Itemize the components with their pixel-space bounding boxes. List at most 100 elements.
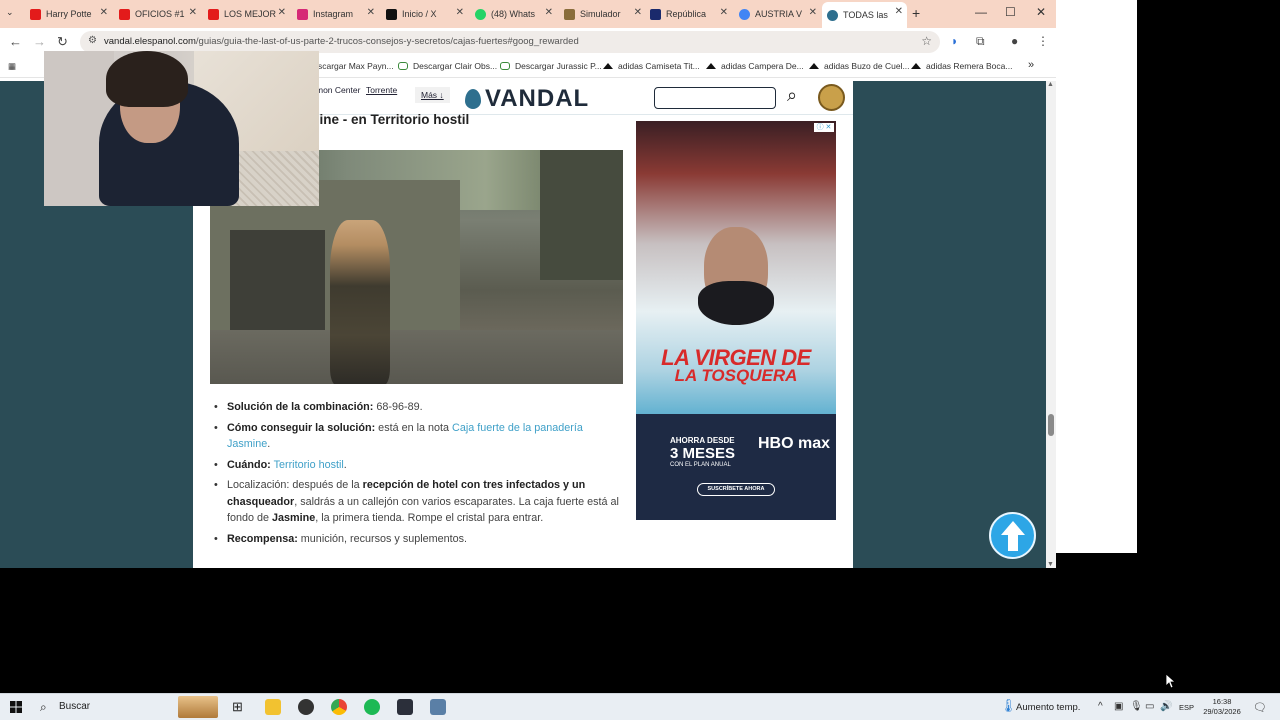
nav-link-common-center[interactable]: mon Center xyxy=(316,85,360,95)
adidas-icon xyxy=(911,63,921,69)
youtube-icon xyxy=(208,8,219,20)
hbo-max-ad[interactable]: LA VIRGEN DE LA TOSQUERA ⓘ ✕ AHORRA DESD… xyxy=(636,121,836,520)
notifications-icon[interactable]: 🗨 xyxy=(1253,701,1267,714)
chrome-icon[interactable] xyxy=(331,699,347,715)
close-icon[interactable]: ✕ xyxy=(634,7,642,18)
page-scrollbar[interactable]: ▲ ▼ xyxy=(1046,81,1056,568)
list-item: Recompensa: munición, recursos y supleme… xyxy=(212,531,627,548)
extension-radio-icon[interactable]: ◗ xyxy=(951,34,958,48)
character-abby xyxy=(330,220,390,384)
forward-icon[interactable]: → xyxy=(33,34,46,49)
tab-2[interactable]: OFICIOS #1 ✕ xyxy=(119,3,201,25)
tab-active[interactable]: TODAS las ✕ xyxy=(822,2,907,28)
site-info-icon[interactable]: ⚙ xyxy=(88,35,97,46)
nav-link-torrente[interactable]: Torrente xyxy=(366,85,397,95)
site-logo[interactable]: VANDAL xyxy=(465,85,589,113)
close-icon[interactable]: ✕ xyxy=(545,7,553,18)
thermometer-icon[interactable]: 🌡 xyxy=(1000,698,1017,714)
address-bar[interactable]: ⚙ vandal.elespanol.com/guias/guia-the-la… xyxy=(80,31,940,53)
tab-9[interactable]: AUSTRIA V ✕ xyxy=(739,3,821,25)
ad-subscribe-button[interactable]: SUSCRÍBETE AHORA xyxy=(697,483,775,496)
taskbar-search-box[interactable]: Buscar xyxy=(59,701,90,712)
bookmark-star-icon[interactable]: ☆ xyxy=(921,34,932,48)
tab-7[interactable]: Simulador ✕ xyxy=(564,3,646,25)
scroll-down-icon[interactable]: ▼ xyxy=(1047,561,1054,568)
ad-choices-icon[interactable]: ⓘ ✕ xyxy=(814,123,834,132)
list-item: Localización: después de la recepción de… xyxy=(212,477,627,527)
microphone-icon[interactable]: 🎙 xyxy=(1130,701,1143,712)
arrow-up-icon xyxy=(1001,521,1025,551)
minimize-icon[interactable]: — xyxy=(975,5,987,19)
tab-4[interactable]: Instagram ✕ xyxy=(297,3,379,25)
close-icon[interactable]: ✕ xyxy=(189,7,197,18)
url-text: vandal.elespanol.com/guias/guia-the-last… xyxy=(104,36,579,47)
chapter-link[interactable]: Territorio hostil xyxy=(274,459,344,471)
app-icon[interactable] xyxy=(298,699,314,715)
bookmark-3[interactable]: Descargar Jurassic P... xyxy=(500,61,602,71)
bookmark-1[interactable]: scargar Max Payn... xyxy=(318,61,394,71)
ad-promo-small: AHORRA DESDE xyxy=(670,436,735,445)
search-icon[interactable]: ⌕ xyxy=(787,85,797,106)
game-app-icon[interactable] xyxy=(397,699,413,715)
windows-start-icon[interactable] xyxy=(10,701,22,713)
nav-more-button[interactable]: Más ↓ xyxy=(415,87,450,103)
back-icon[interactable]: ← xyxy=(9,34,22,49)
tab-5[interactable]: Inicio / X ✕ xyxy=(386,3,468,25)
tray-chevron-icon[interactable]: ^ xyxy=(1098,701,1103,712)
close-window-icon[interactable]: ✕ xyxy=(1036,5,1046,19)
desktop-screen: ⌄ Harry Potte ✕ OFICIOS #1 ✕ LOS MEJOR ✕… xyxy=(0,0,1280,720)
bookmark-6[interactable]: adidas Buzo de Cuel... xyxy=(809,61,910,71)
gamepad-icon xyxy=(500,62,510,70)
profile-avatar-icon[interactable]: ● xyxy=(1011,34,1018,48)
clock-date: 29/03/2026 xyxy=(1203,707,1241,716)
street xyxy=(210,330,623,384)
new-tab-icon[interactable]: + xyxy=(912,5,920,21)
close-icon[interactable]: ✕ xyxy=(456,7,464,18)
scroll-up-icon[interactable]: ▲ xyxy=(1047,81,1054,88)
network-icon[interactable]: ▭ xyxy=(1145,701,1154,712)
fact-bold: Jasmine xyxy=(272,512,316,524)
tab-8[interactable]: República ✕ xyxy=(650,3,732,25)
bookmark-4[interactable]: adidas Camiseta Tit... xyxy=(603,61,700,71)
tray-app-icon[interactable]: ▣ xyxy=(1114,701,1123,712)
bookmark-5[interactable]: adidas Campera De... xyxy=(706,61,804,71)
volume-icon[interactable]: 🔊 xyxy=(1160,701,1172,712)
fact-text: , la primera tienda. Rompe el cristal pa… xyxy=(315,512,544,524)
tab-strip: ⌄ Harry Potte ✕ OFICIOS #1 ✕ LOS MEJOR ✕… xyxy=(0,0,1056,28)
search-highlight-image[interactable] xyxy=(178,696,218,718)
bookmarks-more-icon[interactable]: » xyxy=(1028,59,1034,71)
scrollbar-thumb[interactable] xyxy=(1048,414,1054,436)
extensions-puzzle-icon[interactable]: ⧉ xyxy=(976,34,985,49)
ad-hair xyxy=(698,281,774,325)
site-search-input[interactable] xyxy=(654,87,776,109)
close-icon[interactable]: ✕ xyxy=(809,7,817,18)
menu-kebab-icon[interactable]: ⋮ xyxy=(1037,34,1049,48)
close-icon[interactable]: ✕ xyxy=(367,7,375,18)
tab-6[interactable]: (48) Whats ✕ xyxy=(475,3,557,25)
close-icon[interactable]: ✕ xyxy=(720,7,728,18)
close-icon[interactable]: ✕ xyxy=(278,7,286,18)
maximize-icon[interactable]: ☐ xyxy=(1005,5,1016,19)
calculator-icon[interactable] xyxy=(430,699,446,715)
url-domain: vandal.elespanol.com xyxy=(104,36,196,47)
right-building xyxy=(540,150,623,280)
file-explorer-icon[interactable] xyxy=(265,699,281,715)
clock[interactable]: 16:38 29/03/2026 xyxy=(1200,697,1244,717)
language-indicator[interactable]: ESP xyxy=(1179,703,1194,712)
spotify-icon[interactable] xyxy=(364,699,380,715)
apps-grid-icon[interactable]: ▦ xyxy=(8,61,16,72)
bookmark-7[interactable]: adidas Remera Boca... xyxy=(911,61,1012,71)
user-avatar[interactable] xyxy=(818,84,845,111)
close-icon[interactable]: ✕ xyxy=(895,6,903,17)
ad-promo-panel: AHORRA DESDE 3 MESES CON EL PLAN ANUAL H… xyxy=(636,414,836,520)
reload-icon[interactable]: ↻ xyxy=(57,34,68,50)
search-icon[interactable]: ⌕ xyxy=(40,700,47,715)
tab-search-chevron-icon[interactable]: ⌄ xyxy=(6,7,14,18)
weather-widget[interactable]: Aumento temp. xyxy=(1016,702,1080,713)
close-icon[interactable]: ✕ xyxy=(100,7,108,18)
task-view-icon[interactable]: ⊞ xyxy=(232,699,248,715)
back-to-top-button[interactable] xyxy=(989,512,1036,559)
tab-1[interactable]: Harry Potte ✕ xyxy=(30,3,112,25)
tab-3[interactable]: LOS MEJOR ✕ xyxy=(208,3,290,25)
bookmark-2[interactable]: Descargar Clair Obs... xyxy=(398,61,497,71)
